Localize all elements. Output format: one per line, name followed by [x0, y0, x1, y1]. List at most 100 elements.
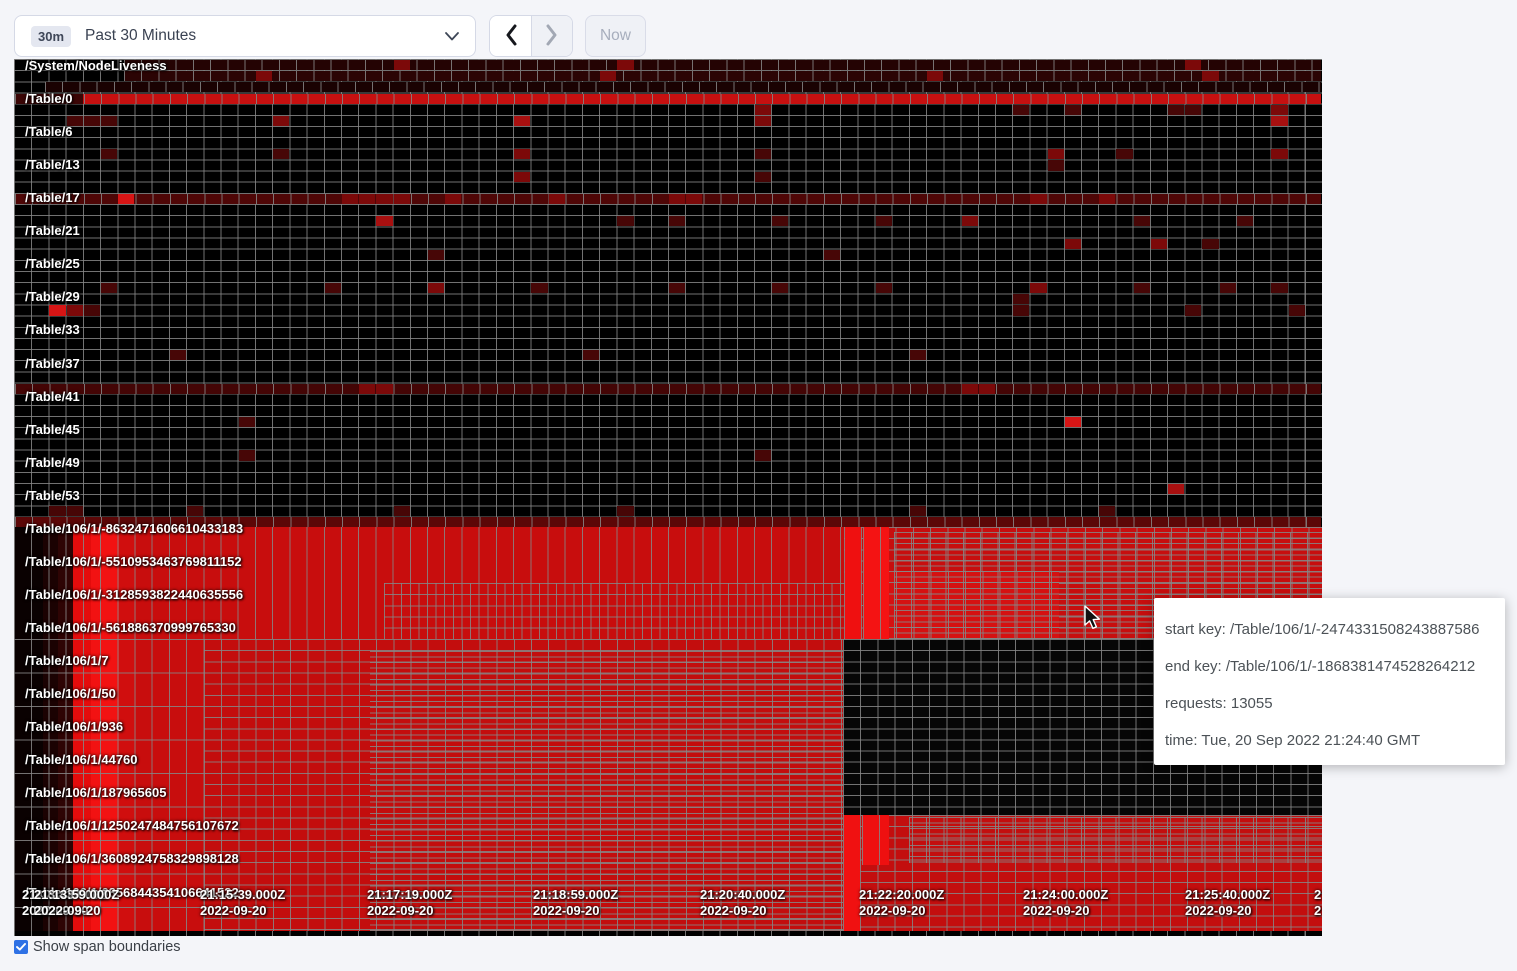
check-icon [16, 943, 26, 951]
heatmap-cell [1271, 283, 1287, 293]
heatmap-cell [1065, 417, 1081, 427]
heatmap-cell [1134, 216, 1150, 226]
x-axis-tick-time: 21:24:00.000Z [1023, 888, 1108, 902]
heatmap-cell [1099, 506, 1115, 516]
x-axis-tick-time: 21:17:19.000Z [367, 888, 452, 902]
heatmap-cell [84, 305, 100, 315]
row-label: /Table/106/1/7 [25, 654, 109, 667]
row-label: /Table/41 [25, 390, 80, 403]
heatmap-cell [428, 283, 444, 293]
heatmap-cell [927, 71, 943, 81]
key-visualizer-heatmap[interactable]: /System/NodeLiveness/Table/0/Table/6/Tab… [14, 59, 1322, 936]
row-label: /Table/29 [25, 290, 80, 303]
heatmap-cell [394, 194, 410, 204]
row-label: /Table/0 [25, 92, 72, 105]
heatmap-cell [617, 216, 633, 226]
row-label: /Table/106/1/-561886370999765330 [25, 621, 236, 634]
heatmap-cell [273, 116, 289, 126]
prev-time-button[interactable] [490, 16, 531, 56]
heatmap-cell [376, 216, 392, 226]
heatmap-cell [1065, 239, 1081, 249]
heatmap-cell [342, 194, 358, 204]
row-label: /Table/37 [25, 357, 80, 370]
x-axis-tick-date: 2022-09-20 [1185, 904, 1252, 918]
row-label: /Table/106/1/-3128593822440635556 [25, 588, 243, 601]
tooltip-start-key: start key: /Table/106/1/-247433150824388… [1165, 611, 1495, 648]
chevron-left-icon [504, 24, 518, 49]
heatmap-cell [1168, 105, 1184, 115]
heatmap-cell [1065, 105, 1081, 115]
heatmap-region [844, 815, 860, 931]
row-label: /Table/106/1/187965605 [25, 786, 166, 799]
show-span-boundaries-control[interactable]: Show span boundaries [14, 939, 181, 955]
heatmap-cell [239, 450, 255, 460]
heatmap-cell [187, 506, 203, 516]
heatmap-cell [101, 149, 117, 159]
heatmap-cell [600, 71, 616, 81]
heatmap-cell [979, 384, 995, 394]
heatmap-cell [1134, 283, 1150, 293]
heatmap-cell [755, 450, 771, 460]
next-time-button[interactable] [531, 16, 572, 56]
heatmap-cell [583, 350, 599, 360]
heatmap-cell [617, 506, 633, 516]
x-axis-tick-date: 2 [1314, 904, 1321, 918]
heatmap-cell [376, 384, 392, 394]
heatmap-cell [669, 194, 685, 204]
heatmap-cell [239, 417, 255, 427]
row-label: /Table/106/1/-5510953463769811152 [25, 555, 242, 568]
heatmap-cell [1271, 105, 1287, 115]
heatmap-cell [617, 60, 633, 70]
chevron-right-icon [545, 24, 559, 49]
show-span-boundaries-checkbox[interactable] [14, 940, 28, 954]
row-label: /Table/106/1/50 [25, 687, 116, 700]
x-axis-tick-date: 2022-09-20 [533, 904, 600, 918]
heatmap-cell [273, 149, 289, 159]
heatmap-cell [67, 506, 83, 516]
heatmap-cell [84, 116, 100, 126]
heatmap-region [45, 82, 1321, 92]
heatmap-cell [514, 116, 530, 126]
heatmap-cell [1030, 194, 1046, 204]
heatmap-cell [1099, 194, 1115, 204]
row-label: /Table/45 [25, 423, 80, 436]
show-span-boundaries-label: Show span boundaries [33, 939, 181, 955]
heatmap-cell [1048, 149, 1064, 159]
heatmap-cell [669, 216, 685, 226]
heatmap-cell [1168, 484, 1184, 494]
heatmap-cell [910, 506, 926, 516]
tooltip-end-key: end key: /Table/106/1/-18683814745282642… [1165, 648, 1495, 685]
heatmap-cell [1237, 216, 1253, 226]
heatmap-cell [549, 194, 565, 204]
heatmap-region [124, 60, 1321, 70]
heatmap-cell [755, 105, 771, 115]
heatmap-cell [1220, 283, 1236, 293]
x-axis-tick-time: 21:25:40.000Z [1185, 888, 1270, 902]
heatmap-cell [1185, 105, 1201, 115]
heatmap-cell [1289, 305, 1305, 315]
x-axis-tick-time: 21:20:40.000Z [700, 888, 785, 902]
x-axis-tick-time: 21:15:39.000Z [200, 888, 285, 902]
heatmap-cell [359, 384, 375, 394]
row-label: /Table/106/1/44760 [25, 753, 138, 766]
heatmap-cell [669, 283, 685, 293]
heatmap-cell [118, 194, 134, 204]
heatmap-region [845, 527, 861, 639]
heatmap-cell [962, 384, 978, 394]
row-label: /Table/49 [25, 456, 80, 469]
heatmap-cell [755, 149, 771, 159]
heatmap-cell [876, 216, 892, 226]
x-axis-tick-time: 21:18:59.000Z [533, 888, 618, 902]
heatmap-region [862, 815, 889, 865]
row-label: /Table/33 [25, 323, 80, 336]
x-axis-tick-date: 2022-09-20 [859, 904, 926, 918]
heatmap-cell [1202, 239, 1218, 249]
row-label: /Table/53 [25, 489, 80, 502]
heatmap-cell [394, 506, 410, 516]
time-range-select[interactable]: 30m Past 30 Minutes [14, 15, 476, 57]
heatmap-region [124, 71, 1321, 81]
heatmap-cell [962, 216, 978, 226]
heatmap-cell [359, 194, 375, 204]
now-button[interactable]: Now [585, 15, 646, 57]
heatmap-cell [1013, 305, 1029, 315]
